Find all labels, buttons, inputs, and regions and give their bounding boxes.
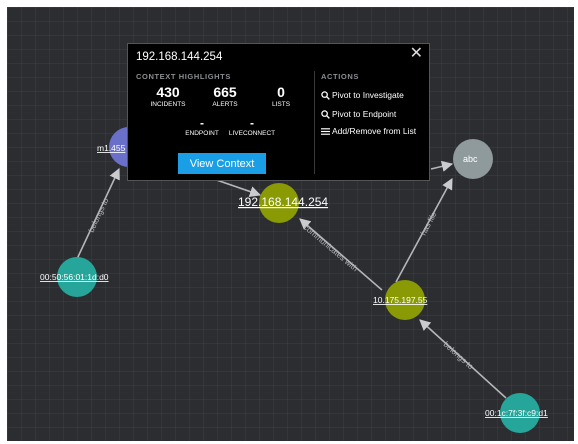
stat-lists[interactable]: 0 LISTS: [246, 84, 316, 108]
node-mac-right-label[interactable]: 00:1c:7f:3f:c9:d1: [485, 408, 548, 418]
edge-label-belongs-to-right: belongs to: [442, 340, 476, 372]
node-mac-left-label[interactable]: 00:50:56:01:1d:d0: [40, 272, 109, 282]
edge-to-file: [430, 160, 454, 172]
actions-title: ACTIONS: [321, 72, 359, 81]
node-mac-right[interactable]: 00:1c:7f:3f:c9:d1: [485, 393, 548, 433]
stat-liveconnect-value: -: [250, 116, 254, 130]
stat-lists-label: LISTS: [271, 101, 291, 108]
pivot-to-investigate-label: Pivot to Investigate: [332, 90, 404, 100]
node-ip-main-label[interactable]: 192.168.144.254: [238, 195, 328, 209]
stat-lists-value: 0: [277, 84, 285, 100]
node-ip-second[interactable]: 10.175.197.55: [373, 280, 428, 320]
node-ip-second-label[interactable]: 10.175.197.55: [373, 295, 428, 305]
edge-label-has-file: has file: [419, 210, 439, 237]
add-remove-list-label: Add/Remove from List: [332, 126, 417, 136]
context-popup: 192.168.144.254 ✕ CONTEXT HIGHLIGHTS ACT…: [127, 43, 430, 181]
stat-liveconnect[interactable]: - LIVECONNECT: [212, 117, 292, 137]
add-remove-list-action[interactable]: Add/Remove from List: [321, 126, 416, 136]
view-context-button[interactable]: View Context: [178, 153, 266, 174]
node-file-label[interactable]: abc: [463, 154, 478, 164]
popup-title: 192.168.144.254: [136, 51, 223, 63]
node-mac-left[interactable]: 00:50:56:01:1d:d0: [40, 257, 109, 297]
node-file[interactable]: abc: [453, 139, 493, 179]
pivot-to-investigate-action[interactable]: Pivot to Investigate: [321, 90, 404, 100]
stat-liveconnect-label: LIVECONNECT: [228, 130, 276, 137]
close-icon[interactable]: ✕: [410, 46, 423, 62]
edge-label-belongs-to-left: belongs to: [87, 196, 111, 234]
search-icon: [321, 90, 330, 100]
context-highlights-title: CONTEXT HIGHLIGHTS: [136, 72, 231, 81]
node-host-label[interactable]: m1.455: [97, 143, 126, 153]
pivot-to-endpoint-action[interactable]: Pivot to Endpoint: [321, 109, 396, 119]
pivot-to-endpoint-label: Pivot to Endpoint: [332, 109, 397, 119]
edge-label-communicates-with: communicates with: [302, 223, 360, 274]
list-icon: [321, 127, 330, 135]
search-icon: [321, 109, 330, 119]
node-ip-main[interactable]: 192.168.144.254: [238, 183, 328, 223]
